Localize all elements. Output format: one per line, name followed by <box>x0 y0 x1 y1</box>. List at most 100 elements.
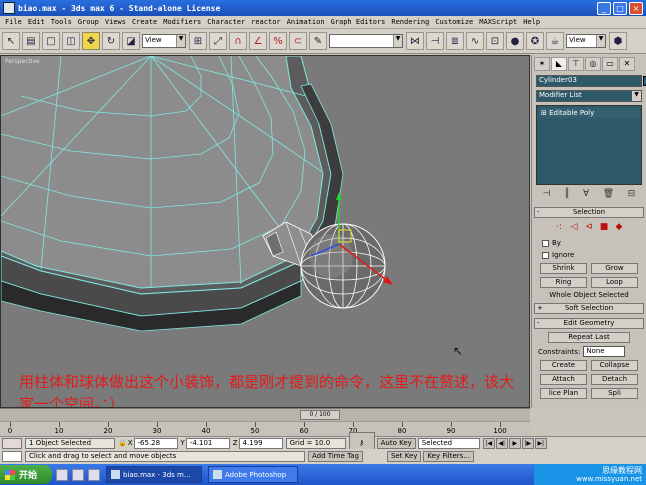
menu-rendering[interactable]: Rendering <box>388 18 432 26</box>
add-time-tag-button[interactable]: Add Time Tag <box>308 451 363 462</box>
next-frame-icon[interactable]: |▶ <box>521 437 534 449</box>
spinner-snap-icon[interactable]: ⊂ <box>289 32 307 50</box>
perspective-viewport[interactable]: Perspective 用柱体和球体做出这个小装饰，都是刚才提到的命令，这里不在… <box>0 55 530 408</box>
soft-selection-rollout-header[interactable]: + Soft Selection <box>534 303 644 314</box>
menu-customize[interactable]: Customize <box>432 18 476 26</box>
create-tab-icon[interactable]: ✶ <box>534 57 550 71</box>
named-selection-sets-dropdown[interactable]: ▼ <box>329 34 403 48</box>
pivot-center-icon[interactable]: ⊞ <box>189 32 207 50</box>
snap-toggle-icon[interactable]: ∩ <box>229 32 247 50</box>
menu-edit[interactable]: Edit <box>25 18 48 26</box>
x-coordinate-field[interactable]: -65.28 <box>133 437 178 449</box>
ring-button[interactable]: Ring <box>540 277 587 288</box>
element-icon[interactable]: ◆ <box>613 222 625 233</box>
minimize-button[interactable]: _ <box>597 1 611 15</box>
menu-modifiers[interactable]: Modifiers <box>160 18 204 26</box>
start-button[interactable]: 开始 <box>0 465 52 484</box>
maxscript-mini-listener[interactable] <box>2 451 22 462</box>
utilities-tab-icon[interactable]: ✕ <box>619 57 635 71</box>
maxscript-listener-swatch[interactable] <box>2 437 22 449</box>
expand-icon[interactable]: ⊞ <box>541 109 547 117</box>
manipulate-icon[interactable]: ⤢ <box>209 32 227 50</box>
menu-file[interactable]: File <box>2 18 25 26</box>
select-object-icon[interactable]: ↖ <box>2 32 20 50</box>
configure-sets-icon[interactable]: ⊟ <box>628 189 636 203</box>
detach-button[interactable]: Detach <box>591 374 638 385</box>
z-coordinate-field[interactable]: 4.199 <box>238 437 283 449</box>
grow-button[interactable]: Grow <box>591 263 638 274</box>
disc-mesh[interactable] <box>1 56 344 332</box>
schematic-view-icon[interactable]: ⊡ <box>486 32 504 50</box>
border-icon[interactable]: ⊲ <box>583 222 595 233</box>
object-name-field[interactable]: Cylinder03 <box>536 75 646 87</box>
menu-views[interactable]: Views <box>102 18 129 26</box>
menu-reactor[interactable]: reactor <box>248 18 284 26</box>
make-unique-icon[interactable]: ∀ <box>583 189 589 203</box>
menu-help[interactable]: Help <box>520 18 543 26</box>
select-by-name-icon[interactable]: ▤ <box>22 32 40 50</box>
menu-tools[interactable]: Tools <box>48 18 75 26</box>
angle-snap-icon[interactable]: ∠ <box>249 32 267 50</box>
close-button[interactable]: × <box>629 1 643 15</box>
mirror-icon[interactable]: ⋈ <box>406 32 424 50</box>
quicklaunch-icon[interactable] <box>72 468 84 481</box>
select-rotate-icon[interactable]: ↻ <box>102 32 120 50</box>
select-move-icon[interactable]: ✥ <box>82 32 100 50</box>
modify-tab-icon[interactable]: ◣ <box>551 57 567 71</box>
split-checkbox[interactable]: Spli <box>591 388 638 399</box>
repeat-last-button[interactable]: Repeat Last <box>548 332 630 343</box>
material-editor-icon[interactable]: ● <box>506 32 524 50</box>
percent-snap-icon[interactable]: % <box>269 32 287 50</box>
slice-plane-button[interactable]: lice Plan <box>540 388 587 399</box>
window-crossing-icon[interactable]: ◫ <box>62 32 80 50</box>
named-selection-icon[interactable]: ✎ <box>309 32 327 50</box>
shrink-button[interactable]: Shrink <box>540 263 587 274</box>
vertex-icon[interactable]: ·: <box>553 222 565 233</box>
reference-coordinate-dropdown[interactable]: View ▼ <box>142 34 186 48</box>
polygon-icon[interactable]: ■ <box>598 222 610 233</box>
display-tab-icon[interactable]: ▭ <box>602 57 618 71</box>
pin-stack-icon[interactable]: ⊣ <box>543 189 551 203</box>
quicklaunch-icon[interactable] <box>56 468 68 481</box>
track-bar[interactable]: 0 10 20 30 40 50 60 70 80 90 100 <box>0 421 530 436</box>
y-coordinate-field[interactable]: -4.101 <box>185 437 230 449</box>
menu-character[interactable]: Character <box>204 18 248 26</box>
viewport-label[interactable]: Perspective <box>5 58 40 65</box>
attach-button[interactable]: Attach <box>540 374 587 385</box>
edge-icon[interactable]: ◁ <box>568 222 580 233</box>
quicklaunch-icon[interactable] <box>88 468 100 481</box>
align-icon[interactable]: ⊣ <box>426 32 444 50</box>
sphere-mesh[interactable] <box>300 223 386 309</box>
menu-create[interactable]: Create <box>129 18 160 26</box>
time-slider[interactable]: 0 / 100 <box>0 408 530 421</box>
menu-animation[interactable]: Animation <box>284 18 328 26</box>
play-icon[interactable]: ▶ <box>508 437 521 449</box>
loop-button[interactable]: Loop <box>591 277 638 288</box>
hierarchy-tab-icon[interactable]: ⊤ <box>568 57 584 71</box>
layer-manager-icon[interactable]: ≣ <box>446 32 464 50</box>
by-vertex-checkbox[interactable]: By <box>542 238 644 248</box>
ignore-backfacing-checkbox[interactable]: Ignore <box>542 250 644 260</box>
constraints-dropdown[interactable]: None <box>583 346 626 357</box>
menu-graph-editors[interactable]: Graph Editors <box>328 18 389 26</box>
auto-key-button[interactable]: Auto Key <box>376 437 416 449</box>
render-last-icon[interactable]: ⬢ <box>609 32 627 50</box>
lock-icon[interactable]: 🔒 <box>118 439 127 447</box>
stack-item-editable-poly[interactable]: ⊞ Editable Poly <box>539 108 639 118</box>
create-button[interactable]: Create <box>540 360 587 371</box>
maximize-button[interactable]: □ <box>613 1 627 15</box>
taskbar-item-3dsmax[interactable]: biao.max - 3ds m... <box>106 466 202 483</box>
app-icon[interactable] <box>3 2 15 14</box>
selection-rollout-header[interactable]: - Selection <box>534 207 644 218</box>
go-to-start-icon[interactable]: |◀ <box>482 437 495 449</box>
remove-modifier-icon[interactable]: 🗑 <box>603 189 614 203</box>
taskbar-item-photoshop[interactable]: Adobe Photoshop <box>208 466 298 483</box>
previous-frame-icon[interactable]: ◀| <box>495 437 508 449</box>
show-end-result-icon[interactable]: ║ <box>564 189 569 203</box>
key-mode-dropdown[interactable]: Selected <box>417 437 480 449</box>
quick-render-icon[interactable]: ☕ <box>546 32 564 50</box>
curve-editor-icon[interactable]: ∿ <box>466 32 484 50</box>
rect-selection-icon[interactable]: □ <box>42 32 60 50</box>
select-scale-icon[interactable]: ◪ <box>122 32 140 50</box>
motion-tab-icon[interactable]: ◎ <box>585 57 601 71</box>
